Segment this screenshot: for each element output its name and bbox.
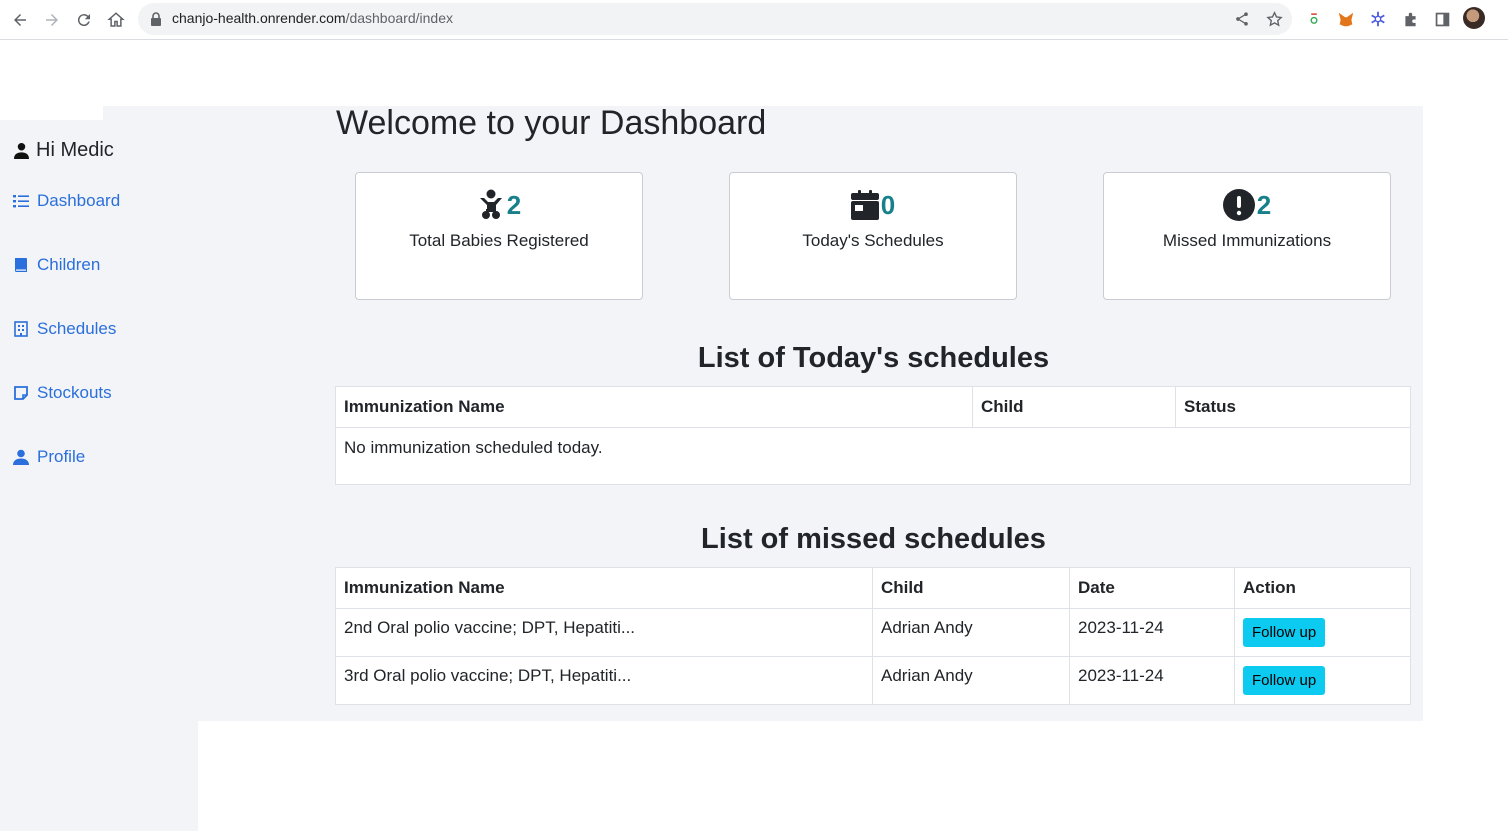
url-text: chanjo-health.onrender.com/dashboard/ind… bbox=[172, 10, 453, 26]
stat-label: Today's Schedules bbox=[802, 231, 944, 250]
extension-grammar[interactable] bbox=[1303, 8, 1325, 30]
extension-metamask[interactable] bbox=[1335, 8, 1357, 30]
browser-toolbar: chanjo-health.onrender.com/dashboard/ind… bbox=[0, 0, 1508, 40]
greeting-text: Hi Medic bbox=[36, 139, 114, 161]
arrow-left-icon bbox=[14, 14, 26, 26]
sidebar-item-profile[interactable]: Profile bbox=[13, 447, 85, 467]
fox-icon bbox=[1338, 12, 1354, 27]
stat-label: Total Babies Registered bbox=[409, 231, 589, 250]
column-header: Immunization Name bbox=[335, 386, 973, 428]
stat-card-header: 2 bbox=[356, 189, 642, 221]
sidebar-item-label: Profile bbox=[37, 447, 86, 466]
stat-value: 2 bbox=[506, 189, 522, 220]
immunization-name-cell: 2nd Oral polio vaccine; DPT, Hepatiti... bbox=[335, 608, 873, 657]
column-header: Action bbox=[1234, 567, 1411, 609]
stat-card-babies: 2 Total Babies Registered bbox=[355, 172, 643, 300]
side-panel-icon bbox=[1435, 12, 1449, 26]
star-icon bbox=[1265, 10, 1283, 27]
lock-icon bbox=[151, 12, 161, 26]
missed-schedules-table: Immunization Name Child Date Action 2nd … bbox=[335, 567, 1411, 705]
follow-up-button[interactable]: Follow up bbox=[1243, 666, 1326, 695]
baby-icon bbox=[479, 189, 502, 219]
extensions-button[interactable] bbox=[1399, 8, 1421, 30]
bookmark-button[interactable] bbox=[1264, 9, 1284, 29]
sidebar-item-stockouts[interactable]: Stockouts bbox=[13, 383, 112, 403]
share-button[interactable] bbox=[1232, 9, 1252, 29]
snowflake-icon bbox=[1371, 11, 1385, 27]
stat-value: 0 bbox=[880, 189, 896, 220]
calendar-icon bbox=[850, 190, 879, 220]
sidebar-item-label: Schedules bbox=[37, 319, 117, 338]
column-header: Child bbox=[872, 567, 1070, 609]
stat-label: Missed Immunizations bbox=[1162, 231, 1332, 250]
follow-up-button[interactable]: Follow up bbox=[1243, 618, 1326, 647]
action-cell: Follow up bbox=[1234, 656, 1411, 705]
stat-card-missed: 2 Missed Immunizations bbox=[1103, 172, 1391, 300]
stat-card-today: 0 Today's Schedules bbox=[729, 172, 1017, 300]
building-icon bbox=[14, 321, 28, 337]
sidebar-item-label: Stockouts bbox=[37, 383, 112, 402]
sidebar-item-label: Dashboard bbox=[37, 191, 121, 210]
table-header-row: Immunization Name Child Date Action bbox=[335, 567, 1411, 609]
stat-card-header: 2 bbox=[1104, 189, 1390, 221]
column-header: Date bbox=[1069, 567, 1235, 609]
arrow-right-icon bbox=[46, 14, 58, 26]
exclamation-icon bbox=[1222, 189, 1255, 221]
share-icon bbox=[1236, 12, 1248, 26]
table-row: 2nd Oral polio vaccine; DPT, Hepatiti...… bbox=[335, 608, 1411, 657]
extension-icon bbox=[1310, 13, 1318, 24]
forward-button[interactable] bbox=[40, 8, 64, 32]
today-schedules-title: List of Today's schedules bbox=[697, 342, 1050, 374]
address-bar[interactable]: chanjo-health.onrender.com/dashboard/ind… bbox=[138, 3, 1292, 35]
greeting: Hi Medic bbox=[14, 139, 114, 162]
profile-avatar[interactable] bbox=[1463, 7, 1485, 29]
note-icon bbox=[14, 386, 28, 400]
action-cell: Follow up bbox=[1234, 608, 1411, 657]
user-icon bbox=[14, 143, 29, 159]
table-row: 3rd Oral polio vaccine; DPT, Hepatiti...… bbox=[335, 656, 1411, 705]
list-icon bbox=[13, 195, 29, 208]
table-row: No immunization scheduled today. bbox=[335, 427, 1411, 485]
reload-icon bbox=[77, 14, 90, 27]
puzzle-icon bbox=[1404, 12, 1416, 26]
home-button[interactable] bbox=[104, 8, 128, 32]
url-host: chanjo-health.onrender.com bbox=[172, 10, 346, 26]
today-schedules-table: Immunization Name Child Status No immuni… bbox=[335, 386, 1411, 485]
sidebar bbox=[0, 120, 198, 831]
home-icon bbox=[107, 12, 125, 27]
extension-snowflake[interactable] bbox=[1367, 8, 1389, 30]
stat-value: 2 bbox=[1256, 189, 1272, 220]
table-header-row: Immunization Name Child Status bbox=[335, 386, 1411, 428]
user-icon bbox=[13, 449, 29, 465]
empty-message: No immunization scheduled today. bbox=[335, 427, 1411, 485]
date-cell: 2023-11-24 bbox=[1069, 656, 1235, 705]
sidebar-item-dashboard[interactable]: Dashboard bbox=[13, 191, 120, 211]
stat-card-header: 0 bbox=[730, 189, 1016, 221]
sidebar-item-children[interactable]: Children bbox=[13, 255, 100, 275]
immunization-name-cell: 3rd Oral polio vaccine; DPT, Hepatiti... bbox=[335, 656, 873, 705]
sidebar-item-label: Children bbox=[37, 255, 101, 274]
reload-button[interactable] bbox=[72, 8, 96, 32]
column-header: Status bbox=[1175, 386, 1411, 428]
back-button[interactable] bbox=[8, 8, 32, 32]
url-path: /dashboard/index bbox=[345, 10, 453, 26]
child-cell: Adrian Andy bbox=[872, 608, 1070, 657]
book-icon bbox=[15, 258, 27, 272]
side-panel-button[interactable] bbox=[1431, 8, 1453, 30]
sidebar-item-schedules[interactable]: Schedules bbox=[13, 319, 116, 339]
column-header: Immunization Name bbox=[335, 567, 873, 609]
page-title: Welcome to your Dashboard bbox=[336, 104, 767, 142]
missed-schedules-title: List of missed schedules bbox=[701, 523, 1046, 555]
child-cell: Adrian Andy bbox=[872, 656, 1070, 705]
date-cell: 2023-11-24 bbox=[1069, 608, 1235, 657]
column-header: Child bbox=[972, 386, 1176, 428]
